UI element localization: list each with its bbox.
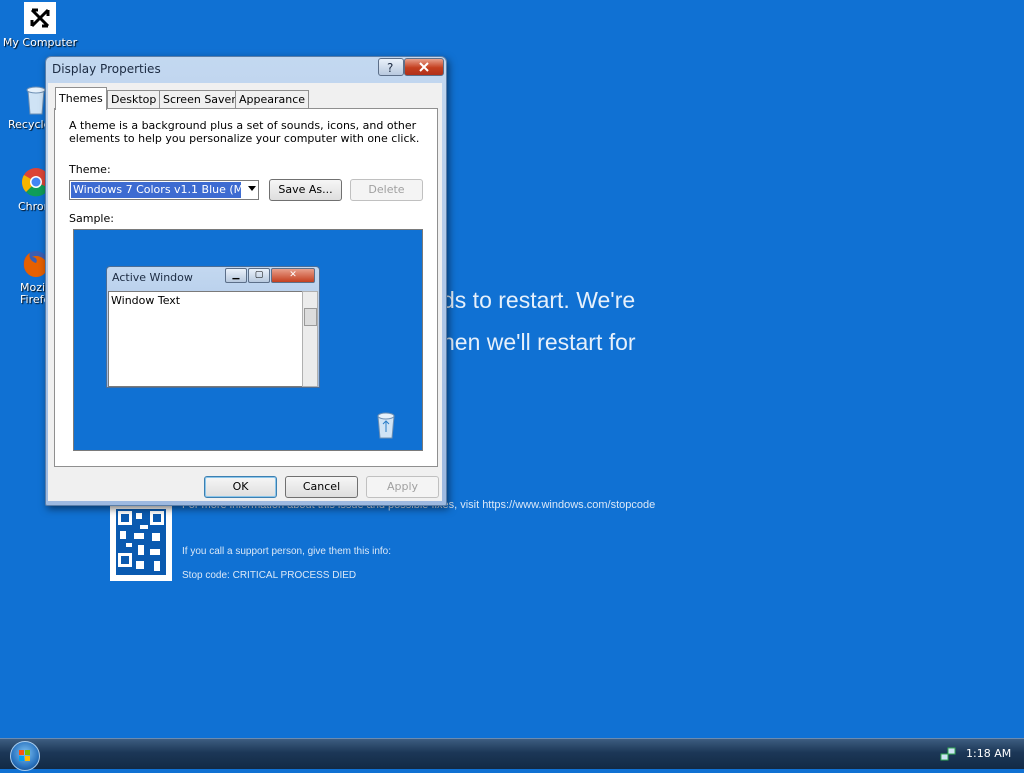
ok-button[interactable]: OK xyxy=(204,476,277,498)
sample-maximize-icon: ▢ xyxy=(248,268,270,283)
tab-desktop[interactable]: Desktop xyxy=(107,90,161,109)
window-title: Display Properties xyxy=(52,62,161,76)
taskbar-clock[interactable]: 1:18 AM xyxy=(966,747,1011,760)
bsod-support: If you call a support person, give them … xyxy=(182,546,391,557)
theme-sample-preview: Active Window ▁ ▢ ✕ Window Text xyxy=(73,229,423,451)
chevron-down-icon xyxy=(248,186,256,191)
tab-appearance[interactable]: Appearance xyxy=(235,90,310,109)
taskbar: 1:18 AM xyxy=(0,738,1024,771)
bsod-stop-code: Stop code: CRITICAL PROCESS DIED xyxy=(182,570,357,581)
desktop-icon-my-computer[interactable]: My Computer xyxy=(2,2,78,49)
tab-label: Appearance xyxy=(239,93,306,106)
help-icon: ? xyxy=(387,61,393,75)
sample-scroll-thumb xyxy=(304,308,317,326)
tab-label: Screen Saver xyxy=(163,93,236,106)
theme-dropdown[interactable]: Windows 7 Colors v1.1 Blue (Modif xyxy=(69,180,259,200)
qr-code xyxy=(110,503,172,581)
window-client: Themes Desktop Screen Saver Appearance A… xyxy=(48,83,442,501)
bsod-line-1: ds to restart. We're xyxy=(442,287,636,313)
sample-recycle-bin-icon xyxy=(374,410,398,440)
desktop-icon-label: Recycle xyxy=(8,118,51,131)
sample-active-window: Active Window ▁ ▢ ✕ Window Text xyxy=(106,266,320,388)
delete-button[interactable]: Delete xyxy=(350,179,423,201)
windows-logo-icon xyxy=(19,750,30,761)
themes-panel: A theme is a background plus a set of so… xyxy=(54,108,438,467)
help-button[interactable]: ? xyxy=(378,58,404,76)
desktop-icon-label: My Computer xyxy=(2,36,78,49)
display-properties-window: Display Properties ? Themes Desktop Scre… xyxy=(45,56,447,506)
sample-window-title: Active Window xyxy=(112,271,193,284)
network-icon[interactable] xyxy=(940,746,956,762)
apply-button[interactable]: Apply xyxy=(366,476,439,498)
sample-scrollbar xyxy=(302,291,318,387)
sample-close-icon: ✕ xyxy=(271,268,315,283)
tab-themes[interactable]: Themes xyxy=(55,87,107,110)
save-as-button[interactable]: Save As... xyxy=(269,179,342,201)
tab-label: Themes xyxy=(59,92,103,105)
sample-window-text: Window Text xyxy=(111,294,181,307)
close-button[interactable] xyxy=(404,58,444,76)
my-computer-icon xyxy=(24,2,56,34)
bsod-line-2: hen we'll restart for xyxy=(442,329,636,355)
tab-screen-saver[interactable]: Screen Saver xyxy=(159,90,240,109)
sample-minimize-icon: ▁ xyxy=(225,268,247,283)
theme-description: A theme is a background plus a set of so… xyxy=(69,119,420,145)
sample-window-body: Window Text xyxy=(108,291,304,387)
start-button[interactable] xyxy=(10,741,40,771)
theme-dropdown-value: Windows 7 Colors v1.1 Blue (Modif xyxy=(71,182,241,198)
svg-text:?: ? xyxy=(387,61,393,75)
tab-label: Desktop xyxy=(111,93,157,106)
cancel-button[interactable]: Cancel xyxy=(285,476,358,498)
theme-label: Theme: xyxy=(69,163,111,176)
close-icon xyxy=(419,62,429,72)
sample-label: Sample: xyxy=(69,212,114,225)
